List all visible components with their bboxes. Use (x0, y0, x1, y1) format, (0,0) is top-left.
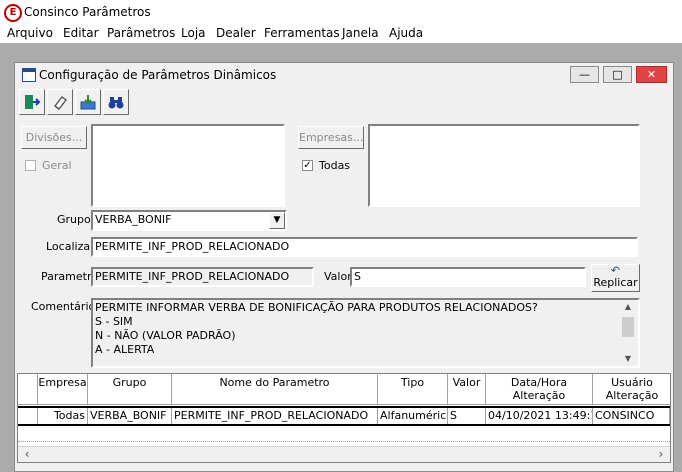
grid-indicator-header (18, 374, 38, 405)
header-valor[interactable]: Valor (448, 374, 486, 405)
save-icon (80, 95, 96, 110)
empresas-list[interactable] (368, 124, 640, 207)
save-button[interactable] (75, 89, 101, 115)
minimize-button[interactable]: — (570, 66, 599, 83)
config-window: Configuração de Parâmetros Dinâmicos — □… (14, 62, 674, 472)
menu-parametros[interactable]: Parâmetros (107, 26, 175, 40)
cell-empresa[interactable]: Todas (38, 408, 88, 424)
comentario-line: A - ALERTA (95, 343, 155, 356)
header-data-line2: Alteração (512, 389, 566, 402)
replicar-label: Replicar (593, 276, 638, 289)
app-titlebar: E Consinco Parâmetros (0, 0, 682, 24)
geral-checkbox[interactable] (25, 160, 36, 171)
window-title: Configuração de Parâmetros Dinâmicos (39, 68, 277, 82)
maximize-button[interactable]: □ (603, 66, 632, 83)
localizar-value: PERMITE_INF_PROD_RELACIONADO (95, 240, 290, 253)
cell-grupo[interactable]: VERBA_BONIF (88, 408, 172, 424)
comentario-line: N - NÃO (VALOR PADRÃO) (95, 329, 236, 342)
window-table-icon (22, 68, 36, 82)
scroll-up-icon[interactable]: ▲ (620, 300, 636, 314)
cell-data[interactable]: 04/10/2021 13:49:19 (486, 408, 593, 424)
header-grupo[interactable]: Grupo (88, 374, 172, 405)
geral-label: Geral (42, 159, 72, 172)
grupo-label: Grupo (57, 213, 91, 226)
window-titlebar[interactable]: Configuração de Parâmetros Dinâmicos — □… (15, 63, 673, 87)
parametro-field: PERMITE_INF_PROD_RELACIONADO (91, 267, 314, 287)
row-indicator (18, 408, 38, 424)
cell-tipo[interactable]: Alfanumérico (378, 408, 448, 424)
search-button[interactable] (103, 89, 129, 115)
exit-icon (25, 95, 41, 109)
scroll-down-icon[interactable]: ▼ (620, 352, 636, 366)
grupo-select[interactable]: VERBA_BONIF ▼ (91, 210, 287, 231)
comentario-line: PERMITE INFORMAR VERBA DE BONIFICAÇÃO PA… (95, 301, 538, 314)
table-row[interactable]: Todas VERBA_BONIF PERMITE_INF_PROD_RELAC… (18, 406, 670, 426)
menu-dealer[interactable]: Dealer (216, 26, 256, 40)
binoculars-icon (108, 97, 124, 109)
valor-label: Valor (324, 270, 352, 283)
header-tipo[interactable]: Tipo (378, 374, 448, 405)
header-usuario-line1: Usuário (611, 376, 653, 389)
table-row-empty[interactable] (18, 426, 670, 442)
menu-editar[interactable]: Editar (63, 26, 99, 40)
comentario-line: S - SIM (95, 315, 133, 328)
header-data-line1: Data/Hora (510, 376, 568, 389)
app-title: Consinco Parâmetros (24, 5, 151, 19)
clear-button[interactable] (47, 89, 73, 115)
cell-usuario[interactable]: CONSINCO (593, 408, 670, 424)
grid-hscrollbar[interactable]: ‹ › (18, 446, 670, 462)
header-usuario-line2: Alteração (605, 389, 659, 402)
eraser-icon (54, 96, 67, 110)
todas-label: Todas (319, 159, 351, 172)
app-logo-icon: E (4, 4, 22, 22)
scroll-right-icon[interactable]: › (654, 448, 668, 462)
close-button[interactable]: ✕ (636, 66, 667, 83)
header-data[interactable]: Data/Hora Alteração (486, 374, 593, 405)
menu-ferramentas[interactable]: Ferramentas (264, 26, 340, 40)
valor-value: S (354, 270, 361, 283)
scroll-thumb[interactable] (622, 317, 634, 337)
header-nome[interactable]: Nome do Parametro (172, 374, 378, 405)
cell-nome[interactable]: PERMITE_INF_PROD_RELACIONADO (172, 408, 378, 424)
menu-arquivo[interactable]: Arquivo (7, 26, 53, 40)
close-icon: ✕ (646, 68, 657, 81)
menubar: Arquivo Editar Parâmetros Loja Dealer Fe… (0, 24, 682, 43)
header-usuario[interactable]: Usuário Alteração (593, 374, 670, 405)
empresas-button[interactable]: Empresas... (298, 126, 364, 149)
comentarios-textarea[interactable]: PERMITE INFORMAR VERBA DE BONIFICAÇÃO PA… (91, 298, 640, 368)
parametro-label: Parametro (41, 270, 98, 283)
comentarios-scrollbar[interactable]: ▲ ▼ (620, 300, 636, 366)
cell-valor[interactable]: S (448, 408, 486, 424)
replicar-button[interactable]: ↶ Replicar (591, 264, 640, 292)
maximize-icon: □ (612, 68, 623, 81)
parameters-grid[interactable]: Empresa Grupo Nome do Parametro Tipo Val… (17, 373, 671, 463)
grupo-value: VERBA_BONIF (95, 213, 172, 226)
menu-ajuda[interactable]: Ajuda (389, 26, 423, 40)
checkmark-icon: ✓ (303, 160, 312, 171)
divisoes-list[interactable] (91, 124, 285, 207)
scroll-left-icon[interactable]: ‹ (20, 448, 34, 462)
localizar-input[interactable]: PERMITE_INF_PROD_RELACIONADO (91, 237, 638, 257)
exit-button[interactable] (19, 89, 45, 115)
menu-janela[interactable]: Janela (342, 26, 379, 40)
valor-input[interactable]: S (350, 267, 586, 287)
localizar-label: Localizar (46, 240, 95, 253)
chevron-down-icon: ▼ (273, 215, 281, 225)
grupo-dropdown-button[interactable]: ▼ (269, 212, 285, 229)
menu-loja[interactable]: Loja (181, 26, 206, 40)
divisoes-button[interactable]: Divisões... (21, 126, 87, 149)
parametro-value: PERMITE_INF_PROD_RELACIONADO (95, 270, 290, 283)
header-empresa[interactable]: Empresa (38, 374, 88, 405)
minimize-icon: — (579, 68, 590, 81)
todas-checkbox[interactable]: ✓ (302, 160, 313, 171)
